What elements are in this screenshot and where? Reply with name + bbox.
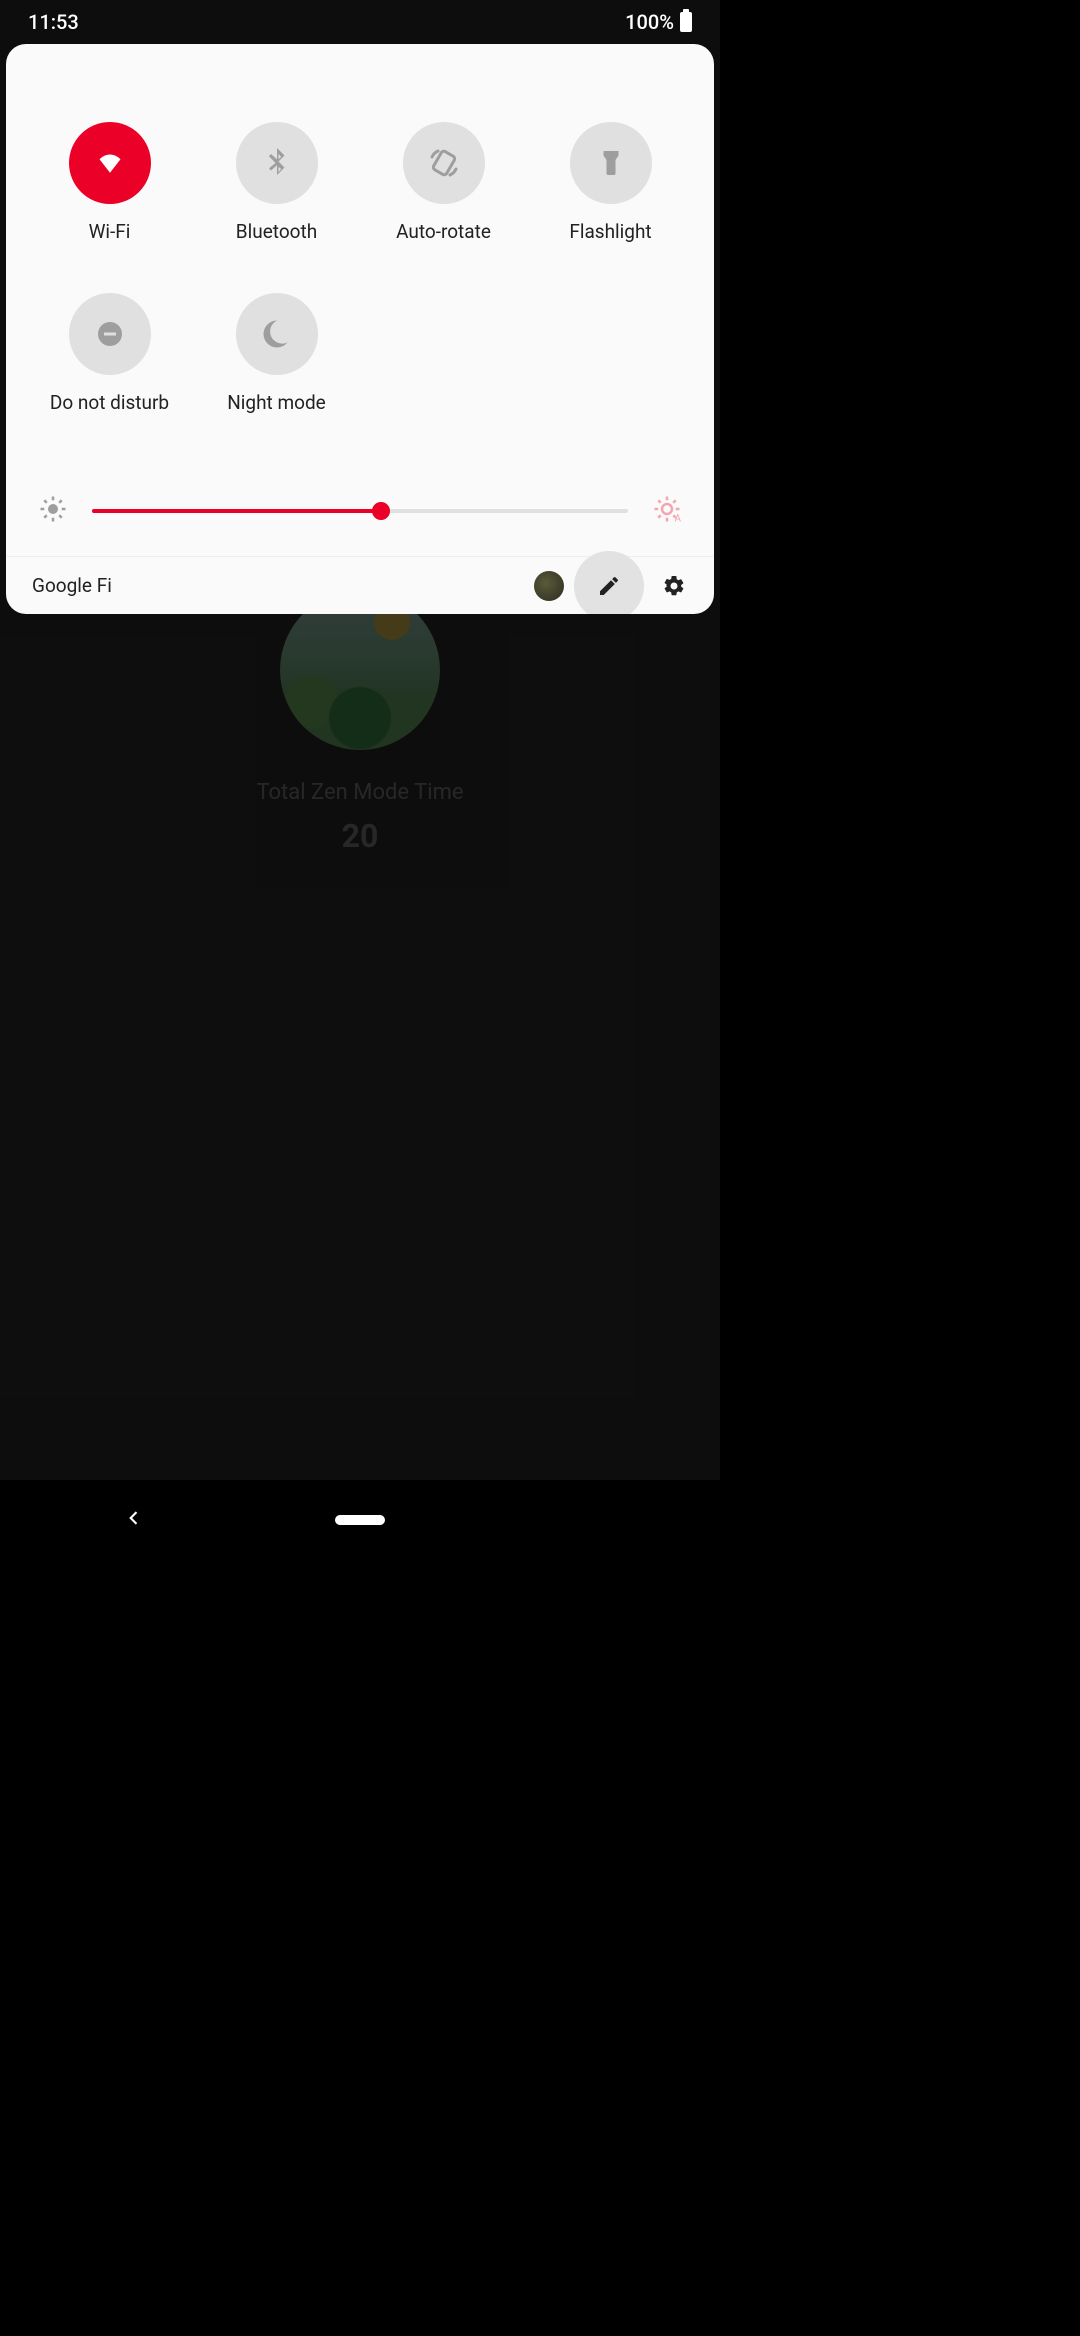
bluetooth-icon [236, 122, 318, 204]
slider-fill [92, 509, 381, 513]
battery-icon [680, 12, 692, 32]
night-mode-icon [236, 293, 318, 375]
user-avatar[interactable] [534, 571, 564, 601]
brightness-slider[interactable] [92, 499, 628, 523]
navigation-bar [0, 1480, 720, 1560]
settings-button[interactable] [654, 574, 694, 598]
status-time: 11:53 [28, 10, 79, 34]
auto-rotate-icon [403, 122, 485, 204]
tile-label: Flashlight [569, 220, 651, 243]
quick-settings-panel: Wi-Fi Bluetooth Auto-rotate Flashlight [6, 44, 714, 614]
status-bar: 11:53 100% [0, 0, 720, 44]
tile-label: Night mode [227, 391, 326, 414]
dnd-icon [69, 293, 151, 375]
tile-label: Auto-rotate [396, 220, 491, 243]
flashlight-icon [570, 122, 652, 204]
brightness-low-icon [38, 494, 68, 528]
brightness-row: A [6, 474, 714, 556]
tile-auto-rotate[interactable]: Auto-rotate [360, 122, 527, 243]
auto-brightness-icon[interactable]: A [652, 494, 682, 528]
tile-label: Bluetooth [236, 220, 317, 243]
nav-home-pill[interactable] [335, 1515, 385, 1525]
tile-label: Do not disturb [50, 391, 169, 414]
tile-do-not-disturb[interactable]: Do not disturb [26, 293, 193, 414]
status-right: 100% [625, 10, 692, 34]
quick-settings-grid: Wi-Fi Bluetooth Auto-rotate Flashlight [6, 44, 714, 474]
battery-percent: 100% [625, 10, 674, 34]
wifi-icon [69, 122, 151, 204]
tile-night-mode[interactable]: Night mode [193, 293, 360, 414]
nav-back-button[interactable] [124, 1508, 144, 1532]
slider-thumb[interactable] [372, 502, 390, 520]
tile-wifi[interactable]: Wi-Fi [26, 122, 193, 243]
svg-text:A: A [675, 514, 682, 525]
tile-bluetooth[interactable]: Bluetooth [193, 122, 360, 243]
tile-flashlight[interactable]: Flashlight [527, 122, 694, 243]
edit-button[interactable] [574, 551, 644, 615]
quick-settings-footer: Google Fi [6, 556, 714, 614]
tile-label: Wi-Fi [89, 220, 131, 243]
carrier-label: Google Fi [32, 574, 112, 597]
